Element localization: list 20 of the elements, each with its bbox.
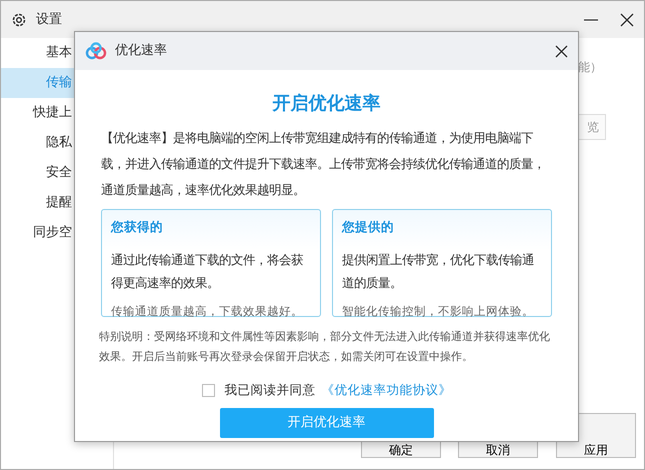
sidebar-item[interactable]: 基本 bbox=[1, 38, 113, 68]
dialog-heading: 开启优化速率 bbox=[272, 92, 380, 116]
card-title: 您提供的 bbox=[342, 218, 395, 236]
setting-text: 能） bbox=[578, 59, 602, 76]
dialog-title: 优化速率 bbox=[115, 42, 167, 60]
card-text: 通过此传输通道下载的文件，将会获得更高速率的效果。 bbox=[111, 252, 304, 292]
card-note: 智能化传输控制，不影响上网体验。 bbox=[342, 302, 535, 320]
close-button[interactable] bbox=[555, 44, 568, 58]
settings-icon bbox=[11, 12, 27, 28]
notice-text: 特别说明：受网络环境和文件属性等因素影响，部分文件无法进入此传输通道并获得速率优化效果。开启后当前账号再次登录会保留开启状态，如需关闭可在设置中操作。 bbox=[99, 329, 550, 365]
card-title: 您获得的 bbox=[111, 218, 164, 236]
description-text: 【优化速率】是将电脑端的空闲上传带宽组建成特有的传输通道，为使用电脑端下载，并进入传输通道的文件提升下载速率。上传带宽将会持续优化传输通道的质量，通道质量越高，速率优化效果越明显。 bbox=[101, 130, 546, 199]
card-text: 提供闲置上传带宽，优化下载传输通道的质量。 bbox=[342, 252, 535, 292]
cloud-logo-icon bbox=[85, 42, 107, 60]
card-note: 传输通道质量越高，下载效果越好。 bbox=[111, 302, 304, 320]
close-icon[interactable] bbox=[620, 12, 634, 26]
agreement-checkbox[interactable] bbox=[202, 384, 214, 397]
agreement-label: 我已阅读并同意 bbox=[224, 381, 316, 399]
sidebar-item[interactable]: 快捷上 bbox=[1, 98, 113, 128]
window-title: 设置 bbox=[36, 10, 62, 29]
